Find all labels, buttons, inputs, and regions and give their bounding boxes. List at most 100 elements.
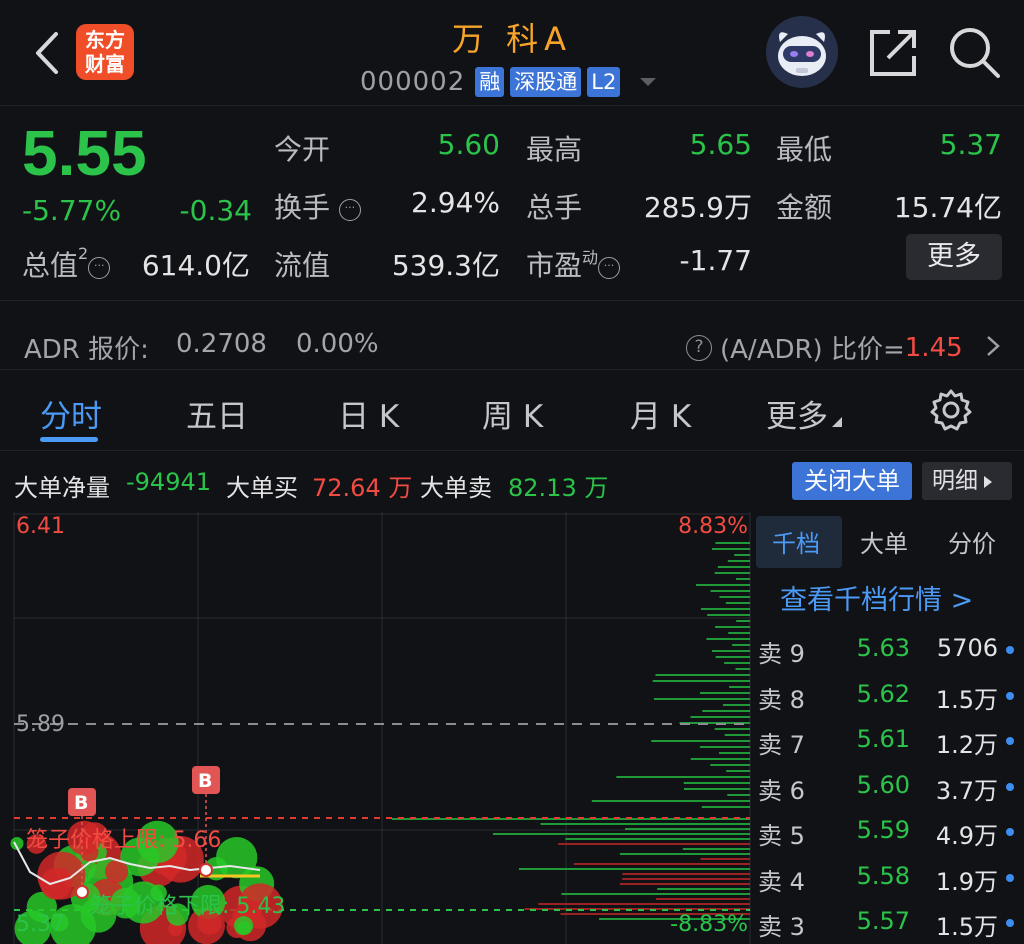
book-row[interactable]: 卖 8 5.62 1.5万 bbox=[752, 674, 1024, 716]
quote-panel: 5.55 -5.77% -0.34 今开 5.60 最高 5.65 最低 5.3… bbox=[0, 106, 1024, 300]
book-volume: 3.7万 bbox=[935, 776, 998, 805]
book-volume: 1.5万 bbox=[935, 685, 998, 714]
search-icon[interactable] bbox=[944, 22, 1004, 82]
info-dots-icon[interactable]: ··· bbox=[598, 257, 621, 279]
depth-bar bbox=[732, 644, 750, 646]
close-big-orders-button[interactable]: 关闭大单 bbox=[792, 462, 912, 500]
depth-bar bbox=[683, 782, 750, 784]
depth-bar bbox=[710, 590, 750, 592]
depth-bar bbox=[652, 680, 750, 682]
book-price: 5.57 bbox=[856, 907, 910, 935]
order-book: 千档 大单 分价 查看千档行情 > 卖 9 5.63 5706 卖 8 5.62 1.5万… bbox=[752, 512, 1024, 944]
depth-bar bbox=[540, 823, 750, 825]
book-volume: 1.5万 bbox=[935, 913, 998, 941]
detail-dot-icon bbox=[1006, 737, 1014, 745]
top-pct-label: 8.83% bbox=[678, 514, 748, 539]
book-level: 卖 9 bbox=[758, 640, 805, 668]
header: 东方财富 万 科A 000002 融 深股通 L2 bbox=[0, 0, 1024, 106]
depth-bar bbox=[710, 764, 750, 766]
sell-label: 大单卖 bbox=[420, 474, 492, 502]
depth-bar bbox=[707, 614, 750, 616]
depth-bar bbox=[619, 853, 750, 855]
book-volume: 5706 bbox=[936, 634, 998, 662]
detail-dot-icon bbox=[1006, 919, 1014, 927]
volume-value: 285.9万 bbox=[643, 191, 752, 224]
depth-bar bbox=[700, 858, 750, 860]
depth-bar bbox=[700, 608, 750, 610]
book-price: 5.60 bbox=[856, 770, 910, 799]
caret-right-icon bbox=[984, 476, 992, 488]
book-price: 5.59 bbox=[856, 816, 910, 844]
book-tab-price[interactable]: 分价 bbox=[948, 524, 996, 559]
view-depth-link[interactable]: 查看千档行情 > bbox=[780, 578, 973, 617]
tab-daily-k[interactable]: 日 K bbox=[338, 391, 399, 436]
book-tab-big[interactable]: 大单 bbox=[860, 524, 908, 559]
chart-tabs: 分时 五日 日 K 周 K 月 K 更多 bbox=[0, 371, 1024, 451]
dropdown-triangle-icon[interactable] bbox=[640, 78, 657, 86]
adr-ratio-value: 1.45 bbox=[904, 332, 963, 363]
book-row[interactable]: 卖 3 5.57 1.5万 bbox=[752, 901, 1024, 943]
depth-bar bbox=[715, 542, 750, 544]
share-icon[interactable] bbox=[866, 24, 922, 80]
depth-bar bbox=[561, 893, 750, 895]
help-circle-icon[interactable]: ? bbox=[686, 334, 712, 361]
detail-dot-icon bbox=[1006, 646, 1014, 654]
detail-dot-icon bbox=[1006, 782, 1014, 791]
tab-five-day[interactable]: 五日 bbox=[186, 391, 248, 436]
more-quote-button[interactable]: 更多 bbox=[906, 234, 1002, 280]
depth-bar bbox=[655, 674, 750, 676]
book-tab-depth[interactable]: 千档 bbox=[772, 524, 820, 559]
depth-bar bbox=[538, 903, 750, 905]
depth-bar bbox=[736, 578, 750, 580]
high-label: 最高 bbox=[526, 133, 583, 166]
book-row[interactable]: 卖 9 5.63 5706 bbox=[752, 628, 1024, 670]
depth-bar bbox=[715, 626, 750, 628]
tab-intraday[interactable]: 分时 bbox=[40, 391, 102, 436]
sell-value: 82.13 万 bbox=[508, 474, 609, 502]
depth-bar bbox=[616, 776, 750, 778]
connect-tag: 深股通 bbox=[510, 67, 582, 97]
trade-point bbox=[199, 863, 213, 877]
depth-bar bbox=[719, 752, 750, 754]
pe-label: 市盈动 ··· bbox=[526, 244, 621, 284]
market-cap-value: 614.0亿 bbox=[141, 249, 250, 282]
depth-bar bbox=[682, 848, 750, 850]
detail-button[interactable]: 明细 bbox=[922, 462, 1012, 500]
change-value: -0.34 bbox=[179, 194, 252, 227]
amount-label: 金额 bbox=[776, 191, 833, 224]
book-row[interactable]: 卖 4 5.58 1.9万 bbox=[752, 856, 1024, 898]
last-price: 5.55 bbox=[22, 117, 147, 189]
stock-code: 000002 bbox=[360, 67, 466, 97]
tab-monthly-k[interactable]: 月 K bbox=[630, 391, 691, 436]
adr-row[interactable]: ADR 报价: 0.2708 0.00% ? (A/ADR) 比价= 1.45 bbox=[0, 300, 1024, 370]
book-row[interactable]: 卖 5 5.59 4.9万 bbox=[752, 810, 1024, 852]
depth-bar bbox=[690, 716, 750, 718]
settings-gear-icon[interactable] bbox=[928, 387, 974, 433]
low-value: 5.37 bbox=[939, 128, 1002, 161]
depth-bar bbox=[700, 692, 750, 694]
book-volume: 1.2万 bbox=[935, 731, 998, 759]
depth-bar bbox=[715, 656, 750, 658]
depth-bar bbox=[717, 566, 750, 568]
detail-dot-icon bbox=[1006, 691, 1014, 700]
chevron-right-icon[interactable] bbox=[984, 334, 1002, 358]
book-row[interactable]: 卖 6 5.60 3.7万 bbox=[752, 765, 1024, 807]
trade-bubble bbox=[215, 836, 258, 879]
depth-bar bbox=[591, 800, 750, 802]
top-price-label: 6.41 bbox=[16, 514, 65, 539]
depth-bar bbox=[729, 686, 750, 688]
info-dots-icon[interactable]: ··· bbox=[88, 257, 111, 279]
tab-weekly-k[interactable]: 周 K bbox=[482, 391, 543, 436]
tab-more[interactable]: 更多 bbox=[766, 391, 842, 436]
avatar-robot-icon[interactable] bbox=[766, 16, 838, 88]
pe-value: -1.77 bbox=[679, 244, 752, 277]
depth-bar bbox=[719, 596, 750, 598]
buy-marker-label: B bbox=[198, 770, 213, 792]
book-row[interactable]: 卖 7 5.61 1.2万 bbox=[752, 719, 1024, 761]
info-dots-icon[interactable]: ··· bbox=[338, 199, 361, 221]
buy-marker-label: B bbox=[74, 792, 89, 814]
intraday-chart[interactable]: B B 6.41 8.83% 5.89 笼子价格上限: 5.66 笼子价格下限:… bbox=[0, 512, 752, 944]
stock-code-row[interactable]: 000002 融 深股通 L2 bbox=[360, 66, 657, 98]
depth-bar bbox=[518, 868, 750, 870]
high-value: 5.65 bbox=[689, 128, 752, 161]
